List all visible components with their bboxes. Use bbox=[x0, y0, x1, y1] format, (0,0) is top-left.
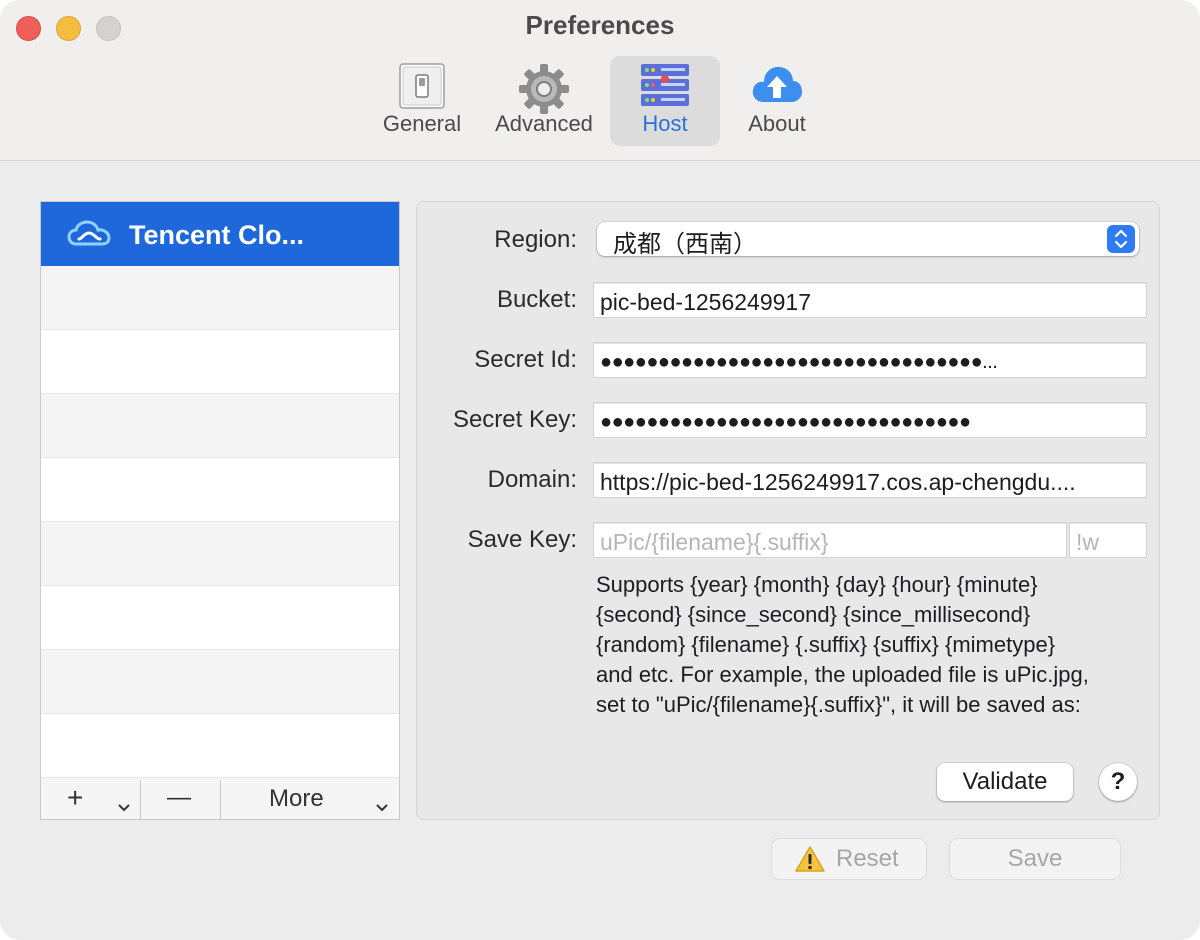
host-list-empty-row bbox=[41, 714, 399, 778]
domain-label: Domain: bbox=[487, 466, 577, 493]
host-settings-panel: Region: 成都（西南） Bucket: pic-bed-125624991… bbox=[416, 201, 1160, 820]
host-list-empty-row bbox=[41, 458, 399, 522]
cloud-upload-icon bbox=[750, 62, 804, 111]
host-list[interactable]: Tencent Clo... bbox=[40, 201, 400, 781]
more-menu-button[interactable]: More bbox=[221, 780, 399, 819]
save-key-suffix-field[interactable]: !w bbox=[1069, 522, 1147, 558]
tab-general-label: General bbox=[382, 111, 462, 136]
add-host-button[interactable]: + bbox=[41, 780, 141, 819]
host-list-item-label: Tencent Clo... bbox=[129, 220, 305, 250]
window-title: Preferences bbox=[525, 10, 675, 40]
tab-advanced-label: Advanced bbox=[495, 111, 593, 136]
host-list-item-tencent-cloud[interactable]: Tencent Clo... bbox=[41, 202, 399, 266]
domain-field[interactable]: https://pic-bed-1256249917.cos.ap-chengd… bbox=[593, 462, 1147, 498]
preferences-window: Preferences General Advanced Host About … bbox=[0, 0, 1200, 940]
switch-icon bbox=[398, 62, 446, 115]
region-label: Region: bbox=[494, 226, 577, 253]
tencent-cloud-icon bbox=[67, 220, 111, 253]
tab-about-label: About bbox=[748, 111, 806, 136]
tab-about[interactable]: About bbox=[728, 56, 826, 146]
up-down-chevron-icon bbox=[1107, 225, 1135, 253]
tab-host[interactable]: Host bbox=[610, 56, 720, 146]
tab-advanced[interactable]: Advanced bbox=[486, 56, 602, 146]
reset-button-label: Reset bbox=[836, 845, 899, 872]
save-key-help-text: Supports {year} {month} {day} {hour} {mi… bbox=[596, 572, 1089, 717]
host-list-empty-row bbox=[41, 394, 399, 458]
remove-host-button[interactable]: — bbox=[141, 780, 221, 819]
help-button[interactable]: ? bbox=[1099, 763, 1137, 801]
bucket-label: Bucket: bbox=[496, 286, 577, 313]
tab-host-label: Host bbox=[642, 111, 688, 136]
host-list-empty-row bbox=[41, 522, 399, 586]
server-icon bbox=[639, 62, 691, 115]
save-button[interactable]: Save bbox=[950, 839, 1120, 879]
host-list-empty-row bbox=[41, 266, 399, 330]
host-list-empty-row bbox=[41, 650, 399, 714]
titlebar: Preferences General Advanced Host About bbox=[0, 0, 1200, 161]
region-select-value: 成都（西南） bbox=[613, 231, 757, 258]
chevron-down-icon bbox=[117, 792, 131, 820]
secret-key-label: Secret Key: bbox=[452, 406, 577, 433]
save-key-field[interactable]: uPic/{filename}{.suffix} bbox=[593, 522, 1067, 558]
tab-general[interactable]: General bbox=[370, 56, 474, 146]
host-list-empty-row bbox=[41, 330, 399, 394]
region-select[interactable]: 成都（西南） bbox=[597, 222, 1139, 258]
reset-button[interactable]: Reset bbox=[772, 839, 926, 879]
bucket-field[interactable]: pic-bed-1256249917 bbox=[593, 282, 1147, 318]
secret-key-field[interactable]: ●●●●●●●●●●●●●●●●●●●●●●●●●●●●●●●● bbox=[593, 402, 1147, 438]
host-list-empty-row bbox=[41, 586, 399, 650]
validate-button[interactable]: Validate bbox=[937, 763, 1073, 801]
secret-id-field[interactable]: ●●●●●●●●●●●●●●●●●●●●●●●●●●●●●●●●●... bbox=[593, 342, 1147, 378]
save-key-label: Save Key: bbox=[467, 526, 577, 553]
chevron-down-icon bbox=[375, 792, 389, 820]
host-list-toolbar: + — More bbox=[40, 780, 400, 820]
secret-id-label: Secret Id: bbox=[474, 346, 577, 373]
warning-icon bbox=[794, 845, 826, 880]
